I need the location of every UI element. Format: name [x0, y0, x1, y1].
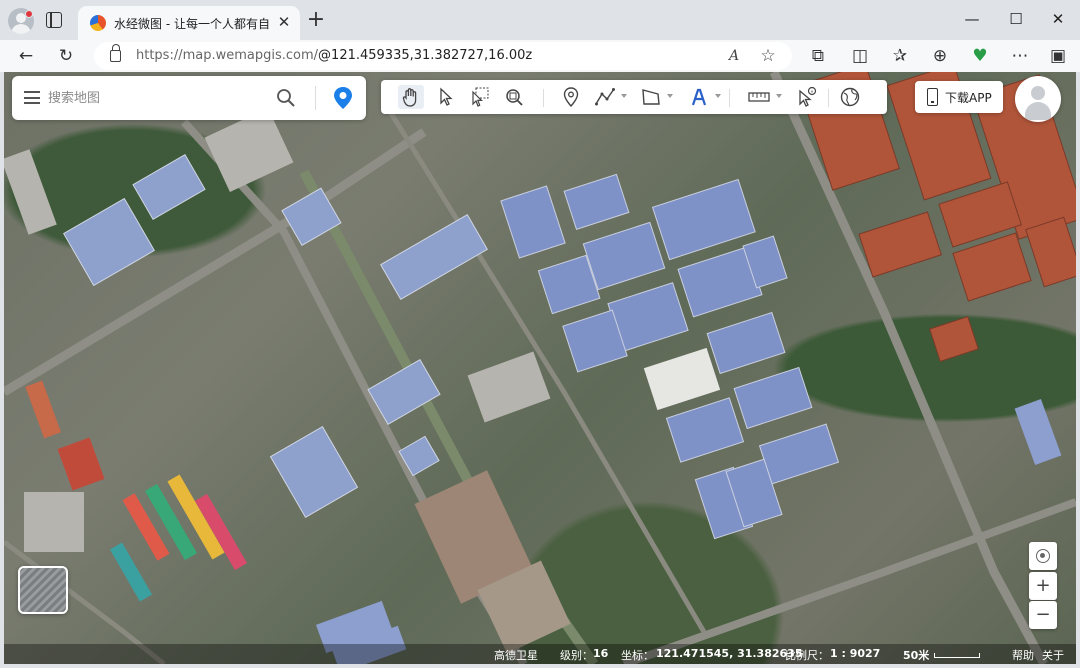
url-path: @121.459335,31.382727,16.00z — [318, 48, 533, 63]
about-link[interactable]: 关于 — [1042, 647, 1064, 663]
polygon-tool-button[interactable] — [638, 85, 664, 109]
maximize-button[interactable]: ☐ — [1001, 8, 1031, 30]
measure-tool-button[interactable] — [744, 85, 774, 109]
coordinate-label: 坐标： — [621, 649, 654, 662]
map-search-input[interactable] — [48, 86, 268, 110]
scale-value: 1 : 9027 — [830, 647, 881, 660]
read-aloud-icon[interactable]: A — [722, 44, 746, 68]
browser-essentials-icon[interactable]: ♥ — [968, 44, 992, 68]
measure-dropdown-icon[interactable] — [776, 94, 782, 98]
user-avatar[interactable] — [1015, 76, 1061, 122]
browser-tab[interactable]: 水经微图 - 让每一个人都有自己的 ✕ — [78, 6, 300, 40]
map-search-panel — [12, 76, 366, 120]
lock-icon[interactable] — [110, 44, 121, 62]
select-tool-button[interactable] — [433, 85, 459, 109]
box-select-icon — [472, 87, 489, 107]
satellite-imagery — [4, 72, 1076, 664]
text-icon — [691, 88, 707, 106]
search-divider — [315, 86, 316, 110]
box-select-tool-button[interactable] — [467, 85, 493, 109]
text-dropdown-icon[interactable] — [715, 94, 721, 98]
location-pin-icon[interactable] — [332, 86, 354, 110]
map-viewport[interactable]: 下载APP + − 高德卫星 级别： 16 坐标： 121.471545, 31… — [4, 72, 1076, 664]
tab-title: 水经微图 - 让每一个人都有自己的 — [114, 17, 270, 31]
select-arrow-icon — [440, 87, 453, 106]
url-host: https://map.wemapgis.com/ — [136, 48, 319, 63]
help-link[interactable]: 帮助 — [1012, 647, 1034, 663]
basemap-layer-switcher[interactable] — [18, 566, 68, 614]
zoom-level-label: 级别： — [560, 649, 593, 662]
new-tab-button[interactable]: + — [306, 9, 326, 31]
scale-bar-label: 50米 — [903, 649, 930, 662]
pan-tool-button[interactable] — [398, 85, 424, 109]
search-icon[interactable] — [276, 88, 296, 108]
scale-bar — [934, 653, 980, 658]
zoom-region-icon — [506, 89, 523, 106]
tab-close-icon[interactable]: ✕ — [276, 14, 292, 30]
gps-locate-icon — [1036, 549, 1050, 563]
map-status-bar: 高德卫星 级别： 16 坐标： 121.471545, 31.382635 比例… — [4, 644, 1076, 664]
address-bar[interactable]: https://map.wemapgis.com/@121.459335,31.… — [94, 42, 792, 70]
globe-icon — [840, 87, 860, 107]
marker-tool-button[interactable] — [558, 85, 584, 109]
measure-ruler-icon — [748, 92, 770, 102]
marker-icon — [563, 87, 579, 108]
zoom-in-button[interactable]: + — [1029, 572, 1057, 600]
zoom-out-button[interactable]: − — [1029, 601, 1057, 629]
toolbar-divider — [543, 89, 544, 107]
polyline-dropdown-icon[interactable] — [621, 94, 627, 98]
download-app-button[interactable]: 下载APP — [915, 81, 1003, 113]
toolbar-divider — [828, 89, 829, 107]
url-text[interactable]: https://map.wemapgis.com/@121.459335,31.… — [136, 48, 532, 63]
extensions-icon[interactable]: ⧉ — [806, 44, 830, 68]
phone-icon — [927, 88, 938, 106]
reload-button[interactable]: ↻ — [54, 44, 78, 68]
zoom-level-value: 16 — [593, 647, 609, 660]
minimize-button[interactable]: — — [957, 8, 987, 30]
browser-tab-bar: 水经微图 - 让每一个人都有自己的 ✕ + — ☐ ✕ — [0, 0, 1080, 40]
query-tool-button[interactable] — [794, 85, 820, 109]
back-button[interactable]: ← — [14, 44, 38, 68]
notification-dot — [25, 10, 33, 18]
close-window-button[interactable]: ✕ — [1043, 8, 1073, 30]
imagery-source-label: 高德卫星 — [494, 649, 538, 662]
polyline-tool-button[interactable] — [592, 85, 618, 109]
locate-me-button[interactable] — [1029, 542, 1057, 570]
split-screen-icon[interactable]: ◫ — [848, 44, 872, 68]
collections-icon[interactable]: ⊕ — [928, 44, 952, 68]
globe-tool-button[interactable] — [837, 85, 863, 109]
browser-nav-bar: ← ↻ https://map.wemapgis.com/@121.459335… — [0, 40, 1080, 72]
site-favicon-icon — [90, 15, 106, 31]
query-pointer-icon — [799, 86, 817, 107]
zoom-region-tool-button[interactable] — [501, 85, 527, 109]
map-tools-toolbar — [381, 80, 887, 114]
sidebar-toggle-icon[interactable]: ▣ — [1046, 44, 1070, 68]
more-menu-icon[interactable]: ⋯ — [1008, 44, 1032, 68]
menu-icon[interactable] — [24, 91, 40, 104]
text-tool-button[interactable] — [686, 85, 712, 109]
scale-label: 比例尺： — [785, 649, 829, 662]
favorite-star-icon[interactable]: ☆ — [756, 44, 780, 68]
toolbar-divider — [729, 89, 730, 107]
coordinate-value: 121.471545, 31.382635 — [656, 647, 803, 660]
polyline-icon — [595, 88, 615, 106]
download-app-label: 下载APP — [945, 91, 992, 105]
favorites-icon[interactable]: ✰ — [888, 44, 912, 68]
polygon-icon — [642, 89, 660, 105]
tab-actions-icon[interactable] — [46, 12, 62, 28]
pan-hand-icon — [402, 88, 417, 107]
polygon-dropdown-icon[interactable] — [667, 94, 673, 98]
